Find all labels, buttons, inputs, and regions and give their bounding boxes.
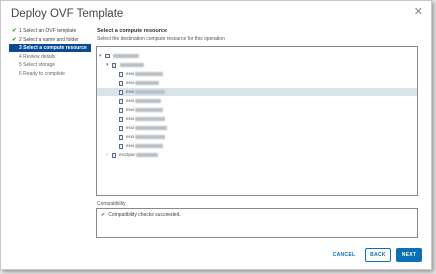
tree-row[interactable]: ▾ <box>97 61 417 69</box>
host-icon <box>119 135 123 140</box>
wizard-step-label: 2 Select a name and folder <box>19 36 79 43</box>
chevron-down-icon[interactable]: ▾ <box>106 61 109 69</box>
wizard-step-label: 6 Ready to complete <box>19 70 65 77</box>
redacted-text <box>135 71 164 76</box>
compatibility-panel: ✔ Compatibility checks succeeded. <box>96 208 418 238</box>
tree-row[interactable]: esxi <box>97 79 417 87</box>
tree-row[interactable]: ▾ <box>97 52 417 60</box>
tree-row-label: esxi <box>126 115 166 123</box>
redacted-text <box>135 143 164 148</box>
wizard-step-3[interactable]: 3 Select a compute resource <box>9 44 91 52</box>
cancel-button[interactable]: CANCEL <box>327 248 361 262</box>
wizard-step-2[interactable]: ✔ 2 Select a name and folder <box>9 36 91 44</box>
redacted-text <box>113 53 139 58</box>
cluster-icon <box>112 63 116 68</box>
redacted-text <box>135 89 166 94</box>
host-icon <box>119 117 123 122</box>
close-icon[interactable]: ✕ <box>414 7 423 18</box>
tree-row-text: esxi <box>126 143 135 148</box>
tree-row-label: esxi <box>126 88 166 96</box>
tree-row-label: esxi <box>126 79 160 87</box>
host-icon <box>119 99 123 104</box>
dialog-title: Deploy OVF Template <box>11 8 124 20</box>
tree-row-label: esxi <box>126 124 168 132</box>
host-icon <box>119 108 123 113</box>
redacted-text <box>135 125 168 130</box>
compatibility-label: Compatibility <box>97 201 126 207</box>
wizard-step-label: 4 Review details <box>19 53 56 60</box>
tree-row-text: esxi <box>126 116 135 121</box>
tree-row[interactable]: esxi <box>97 88 417 96</box>
datacenter-icon <box>105 54 110 58</box>
check-icon: ✔ <box>101 212 106 218</box>
tree-row-text: esxi <box>126 134 135 139</box>
host-icon <box>119 144 123 149</box>
wizard-steps: ✔ 1 Select an OVF template ✔ 2 Select a nam… <box>9 27 91 78</box>
tree-row[interactable]: esxi <box>97 124 417 132</box>
host-icon <box>119 81 123 86</box>
host-icon <box>119 72 123 77</box>
redacted-text <box>135 116 166 121</box>
wizard-step-4[interactable]: 4 Review details <box>9 53 91 61</box>
redacted-text <box>120 62 144 67</box>
chevron-down-icon[interactable]: ▾ <box>99 52 102 60</box>
tree-row-label: esx3par <box>119 151 159 159</box>
wizard-step-5[interactable]: 5 Select storage <box>9 61 91 69</box>
tree-row[interactable]: esxi <box>97 115 417 123</box>
page-description: Select the destination compute resource … <box>97 36 225 42</box>
compatibility-message: ✔ Compatibility checks succeeded. <box>101 212 181 218</box>
compute-resource-tree[interactable]: ▾ ▾ esxi esxi esxi esxi esxi esxi esxi esxi esxi › e… <box>96 46 418 196</box>
chevron-right-icon[interactable]: › <box>106 151 108 159</box>
tree-row-label <box>119 61 144 69</box>
host-icon <box>112 153 116 158</box>
wizard-step-label: 1 Select an OVF template <box>19 28 77 34</box>
redacted-text <box>136 152 159 157</box>
next-button[interactable]: NEXT <box>396 248 422 262</box>
redacted-text <box>135 134 166 139</box>
redacted-text <box>135 80 160 85</box>
tree-row[interactable]: esxi <box>97 106 417 114</box>
tree-row-text: esxi <box>126 89 135 94</box>
wizard-step-6[interactable]: 6 Ready to complete <box>9 70 91 78</box>
tree-row-text: esxi <box>126 71 135 76</box>
tree-row-text: esxi <box>126 107 135 112</box>
tree-row-text: esxi <box>126 125 135 130</box>
tree-row-label: esxi <box>126 70 164 78</box>
compatibility-text: Compatibility checks succeeded. <box>108 212 181 218</box>
wizard-step-1[interactable]: ✔ 1 Select an OVF template <box>9 27 91 35</box>
check-icon: ✔ <box>12 36 17 43</box>
back-button[interactable]: BACK <box>365 248 391 262</box>
tree-row-label: esxi <box>126 142 164 150</box>
redacted-text <box>135 107 164 112</box>
tree-row-text: esxi <box>126 98 135 103</box>
tree-row-label <box>112 52 139 60</box>
host-icon <box>119 90 123 95</box>
tree-row[interactable]: esxi <box>97 97 417 105</box>
tree-row[interactable]: › esx3par <box>97 151 417 159</box>
check-icon: ✔ <box>12 28 17 34</box>
wizard-step-label: 3 Select a compute resource <box>19 45 87 51</box>
tree-row-text: esx3par <box>119 152 136 157</box>
tree-row-text: esxi <box>126 80 135 85</box>
tree-row[interactable]: esxi <box>97 70 417 78</box>
wizard-step-label: 5 Select storage <box>19 62 56 68</box>
tree-row-label: esxi <box>126 106 164 114</box>
tree-row[interactable]: esxi <box>97 142 417 150</box>
page-title: Select a compute resource <box>97 28 168 34</box>
tree-row[interactable]: esxi <box>97 133 417 141</box>
redacted-text <box>135 98 162 103</box>
tree-row-label: esxi <box>126 133 166 141</box>
tree-row-label: esxi <box>126 97 162 105</box>
host-icon <box>119 126 123 131</box>
deploy-ovf-dialog: Deploy OVF Template ✕ ✔ 1 Select an OVF t… <box>0 0 432 270</box>
